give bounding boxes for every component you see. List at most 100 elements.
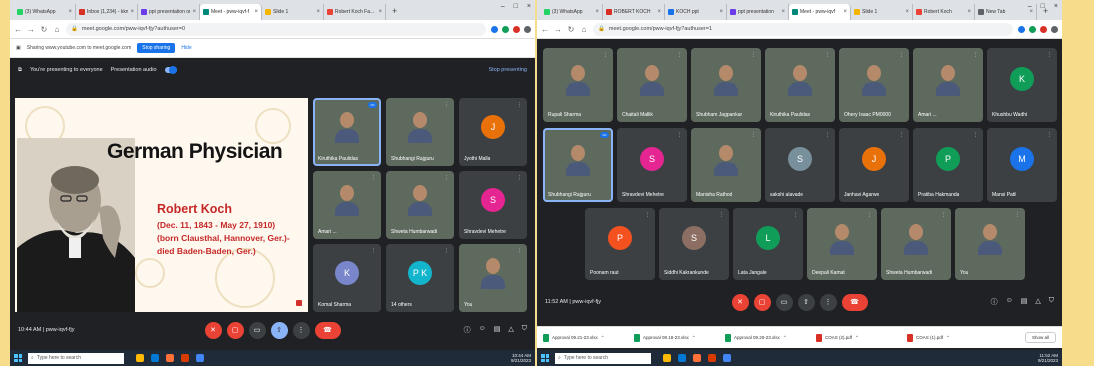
presentation-audio-toggle[interactable] (164, 66, 177, 74)
minimize-icon[interactable]: – (501, 3, 505, 10)
more-options-icon[interactable]: ⋮ (292, 321, 310, 339)
firefox-icon[interactable] (166, 354, 174, 362)
back-icon[interactable]: ← (14, 25, 22, 34)
extension-icon[interactable] (1040, 25, 1047, 33)
chat-icon[interactable]: ▤ (494, 325, 501, 335)
participant-tile[interactable]: S ⋮ Siddhi Kakrankunde (659, 208, 729, 280)
browser-tab[interactable]: (3) WhatsApp × (14, 4, 76, 20)
close-window-icon[interactable]: × (527, 3, 531, 10)
address-bar[interactable]: 🔒 meet.google.com/pww-iqvf-fjy?authuser=… (593, 22, 1013, 36)
close-icon[interactable]: × (130, 9, 134, 15)
more-options-icon[interactable]: ⋮ (819, 293, 837, 311)
participant-tile[interactable]: ⋮•••Shubhangi Rajguru (543, 128, 613, 202)
close-icon[interactable]: × (843, 9, 847, 15)
edge-icon[interactable] (151, 354, 159, 362)
close-icon[interactable]: × (719, 9, 723, 15)
browser-tab[interactable]: KOCH ppt × (665, 4, 727, 20)
file-explorer-icon[interactable] (663, 354, 671, 362)
participant-tile[interactable]: ⋮ You (459, 244, 527, 312)
browser-tab[interactable]: Robert Koch × (913, 4, 975, 20)
file-explorer-icon[interactable] (136, 354, 144, 362)
download-item[interactable]: COAS (2).pdf ⌃ (816, 333, 901, 342)
stop-presenting-button[interactable]: Stop presenting (488, 67, 527, 73)
participant-tile[interactable]: ⋮ Rupali Sharma (543, 48, 613, 122)
download-item[interactable]: COAS (1).pdf ⌃ (907, 333, 992, 342)
maximize-icon[interactable]: □ (1041, 3, 1045, 10)
chevron-up-icon[interactable]: ⌃ (946, 335, 950, 341)
participant-tile[interactable]: ⋮ Shubham Jagpankar (691, 48, 761, 122)
info-icon[interactable]: ⓘ (464, 325, 471, 335)
close-icon[interactable]: × (781, 9, 785, 15)
participant-tile[interactable]: P ⋮ Poonam raut (585, 208, 655, 280)
participant-tile[interactable]: ⋮ Kiruthika Paulidas (765, 48, 835, 122)
participant-tile[interactable]: S ⋮ Shravdevi Mehetre (459, 171, 527, 239)
close-icon[interactable]: × (378, 9, 382, 15)
back-icon[interactable]: ← (541, 25, 549, 34)
chevron-up-icon[interactable]: ⌃ (855, 335, 859, 341)
close-icon[interactable]: × (967, 9, 971, 15)
browser-tab[interactable]: Inbox (1,234) - kkmail× (76, 4, 138, 20)
close-window-icon[interactable]: × (1054, 3, 1058, 10)
browser-tab[interactable]: ROBERT KOCH × (603, 4, 665, 20)
participant-tile[interactable]: J ⋮ Janhavi Agarwe (839, 128, 909, 202)
present-icon[interactable]: ⇧ (270, 321, 288, 339)
chevron-up-icon[interactable]: ⌃ (692, 335, 696, 341)
participant-tile[interactable]: ⋮ Chaitali Mallik (617, 48, 687, 122)
participant-tile[interactable]: P K ⋮ 14 others (386, 244, 454, 312)
activities-icon[interactable]: △ (508, 325, 513, 335)
host-controls-icon[interactable]: ⛉ (522, 325, 527, 335)
participant-tile[interactable]: K ⋮ Khushbu Wadhi (987, 48, 1057, 122)
edge-icon[interactable] (678, 354, 686, 362)
chevron-up-icon[interactable]: ⌃ (601, 335, 605, 341)
forward-icon[interactable]: → (554, 25, 562, 34)
participant-tile[interactable]: ⋮ Ohery Isaac PM0000 (839, 48, 909, 122)
participant-tile[interactable]: ⋮ Shubhangi Rajguru (386, 98, 454, 166)
present-icon[interactable]: ⇧ (797, 293, 815, 311)
camera-off-icon[interactable]: ▢ (226, 321, 244, 339)
participant-tile[interactable]: ⋮ Amari ... (313, 171, 381, 239)
people-icon[interactable]: ☺ (479, 325, 486, 335)
windows-start-icon[interactable] (14, 354, 22, 362)
extension-icon[interactable] (491, 25, 498, 33)
show-all-button[interactable]: Show all (1024, 332, 1056, 343)
participant-tile[interactable]: S ⋮ sakshi alavade (765, 128, 835, 202)
captions-icon[interactable]: ▭ (248, 321, 266, 339)
address-bar[interactable]: 🔒 meet.google.com/pww-iqvf-fjy?authuser=… (66, 22, 486, 36)
browser-tab[interactable]: Meet - pww-iqvf-f × (200, 4, 262, 20)
new-tab-icon[interactable]: + (386, 4, 403, 20)
participant-tile[interactable]: ⋮ Shweta Humbarwadi (881, 208, 951, 280)
hide-button[interactable]: Hide (181, 45, 191, 51)
participant-tile[interactable]: P ⋮ Pratiba Hakmanda (913, 128, 983, 202)
participant-tile[interactable]: ⋮ Amari ... (913, 48, 983, 122)
chrome-icon[interactable] (196, 354, 204, 362)
firefox-icon[interactable] (693, 354, 701, 362)
chrome-icon[interactable] (723, 354, 731, 362)
home-icon[interactable]: ⌂ (580, 25, 588, 34)
more-icon[interactable]: ••• (368, 102, 377, 108)
mic-off-icon[interactable]: ✕ (204, 321, 222, 339)
home-icon[interactable]: ⌂ (53, 25, 61, 34)
forward-icon[interactable]: → (27, 25, 35, 34)
activities-icon[interactable]: △ (1035, 297, 1040, 307)
participant-tile[interactable]: ⋮ Manisha Rathod (691, 128, 761, 202)
captions-icon[interactable]: ▭ (775, 293, 793, 311)
stop-sharing-button[interactable]: Stop sharing (137, 43, 176, 53)
extension-icon[interactable] (502, 25, 509, 33)
leave-call-button[interactable]: ☎ (841, 293, 868, 311)
extension-icon[interactable] (1029, 25, 1036, 33)
windows-start-icon[interactable] (541, 354, 549, 362)
maximize-icon[interactable]: □ (514, 3, 518, 10)
browser-tab[interactable]: Meet - pww-iqvf × (789, 4, 851, 20)
people-icon[interactable]: ☺ (1006, 297, 1013, 307)
browser-tab[interactable]: ppt presentation on r × (138, 4, 200, 20)
participant-tile[interactable]: ⋮•••Kiruthika Paulidas (313, 98, 381, 166)
leave-call-button[interactable]: ☎ (314, 321, 341, 339)
close-icon[interactable]: × (905, 9, 909, 15)
browser-tab[interactable]: Slide 1 × (851, 4, 913, 20)
browser-tab[interactable]: ppt presentation × (727, 4, 789, 20)
host-controls-icon[interactable]: ⛉ (1049, 297, 1054, 307)
close-icon[interactable]: × (595, 9, 599, 15)
participant-tile[interactable]: S ⋮ Shravdevi Mehetre (617, 128, 687, 202)
close-icon[interactable]: × (192, 9, 196, 15)
close-icon[interactable]: × (316, 9, 320, 15)
